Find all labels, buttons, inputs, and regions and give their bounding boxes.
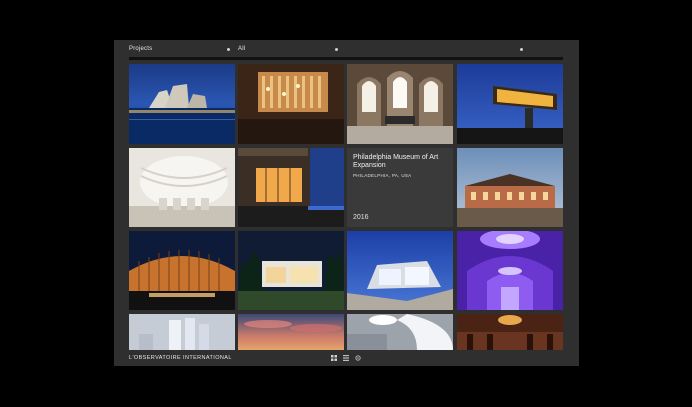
project-tile[interactable] [347, 314, 453, 350]
grid-view-icon[interactable] [331, 355, 337, 361]
footer-bar: L'OBSERVATOIRE INTERNATIONAL [114, 350, 579, 366]
project-tile[interactable] [129, 314, 235, 350]
project-thumbnail [347, 231, 453, 310]
project-thumbnail [129, 148, 235, 227]
project-grid: Philadelphia Museum of Art Expansion PHI… [129, 64, 563, 350]
featured-project-title: Philadelphia Museum of Art Expansion [353, 154, 439, 169]
project-thumbnail [457, 231, 563, 310]
project-tile[interactable] [129, 64, 235, 144]
project-tile[interactable] [238, 64, 344, 144]
map-view-icon[interactable] [355, 355, 361, 361]
project-thumbnail [457, 148, 563, 227]
project-tile[interactable] [457, 148, 563, 227]
filter-bar: Projects All [114, 40, 579, 60]
project-tile[interactable] [457, 64, 563, 144]
project-tile[interactable] [457, 231, 563, 310]
project-thumbnail [129, 64, 235, 144]
value-filter-label[interactable]: All [238, 46, 245, 52]
category-dropdown-icon[interactable] [227, 48, 230, 51]
project-thumbnail [457, 64, 563, 144]
project-tile[interactable] [347, 64, 453, 144]
project-thumbnail [347, 64, 453, 144]
featured-project-year: 2016 [353, 214, 369, 221]
brand-logo-text[interactable]: L'OBSERVATOIRE INTERNATIONAL [129, 355, 232, 361]
category-filter-label[interactable]: Projects [129, 46, 152, 52]
scroll-progress-bar [129, 57, 563, 60]
project-thumbnail [238, 148, 344, 227]
project-thumbnail [238, 64, 344, 144]
project-thumbnail [129, 231, 235, 310]
project-tile[interactable] [347, 231, 453, 310]
project-thumbnail [457, 314, 563, 350]
featured-project-card[interactable]: Philadelphia Museum of Art Expansion PHI… [347, 148, 453, 227]
app-window: Projects All Philadelphia Museum of Art … [114, 40, 579, 366]
project-tile[interactable] [238, 148, 344, 227]
project-tile[interactable] [238, 231, 344, 310]
value-dropdown-icon[interactable] [335, 48, 338, 51]
project-tile[interactable] [238, 314, 344, 350]
project-thumbnail [347, 314, 453, 350]
project-thumbnail [238, 231, 344, 310]
featured-project-location: PHILADELPHIA, PA, USA [353, 173, 412, 178]
project-tile[interactable] [129, 148, 235, 227]
project-thumbnail [238, 314, 344, 350]
extra-dropdown-icon[interactable] [520, 48, 523, 51]
project-tile[interactable] [129, 231, 235, 310]
list-view-icon[interactable] [343, 355, 349, 361]
project-thumbnail [129, 314, 235, 350]
project-tile[interactable] [457, 314, 563, 350]
